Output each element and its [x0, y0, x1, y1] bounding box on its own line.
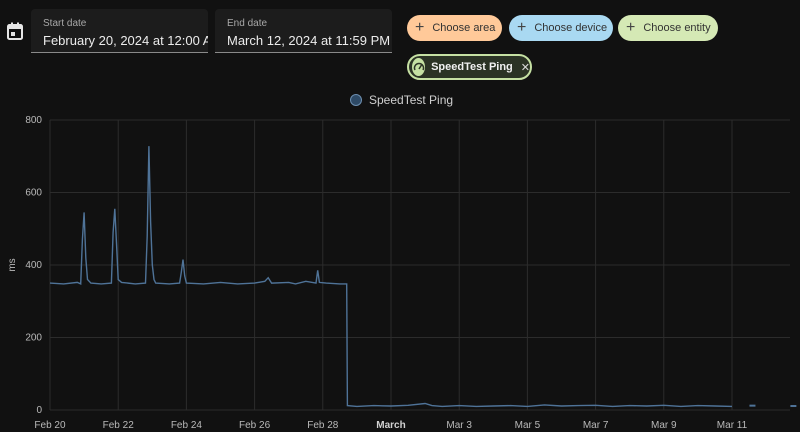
x-tick-label: Feb 24	[171, 420, 203, 431]
x-tick-label: Mar 3	[446, 420, 472, 431]
y-tick-label: 600	[25, 188, 42, 199]
x-tick-label: Mar 9	[651, 420, 677, 431]
x-tick-label: Mar 5	[515, 420, 541, 431]
ping-chart: 0 200 400 600 800 Feb 20 Feb 22 Feb 24 Feb 26 Feb…	[7, 115, 797, 431]
y-tick-label: 400	[25, 260, 42, 271]
y-tick-label: 800	[25, 115, 42, 126]
x-tick-label: Feb 28	[307, 420, 339, 431]
x-tick-label: Feb 26	[239, 420, 271, 431]
x-tick-label: Feb 22	[103, 420, 135, 431]
x-tick-label: March	[376, 420, 405, 431]
x-tick-label: Feb 20	[34, 420, 66, 431]
y-axis-label: ms	[7, 258, 18, 271]
x-tick-label: Mar 7	[583, 420, 609, 431]
y-tick-label: 200	[25, 333, 42, 344]
y-tick-label: 0	[36, 405, 42, 416]
x-tick-label: Mar 11	[717, 420, 748, 431]
